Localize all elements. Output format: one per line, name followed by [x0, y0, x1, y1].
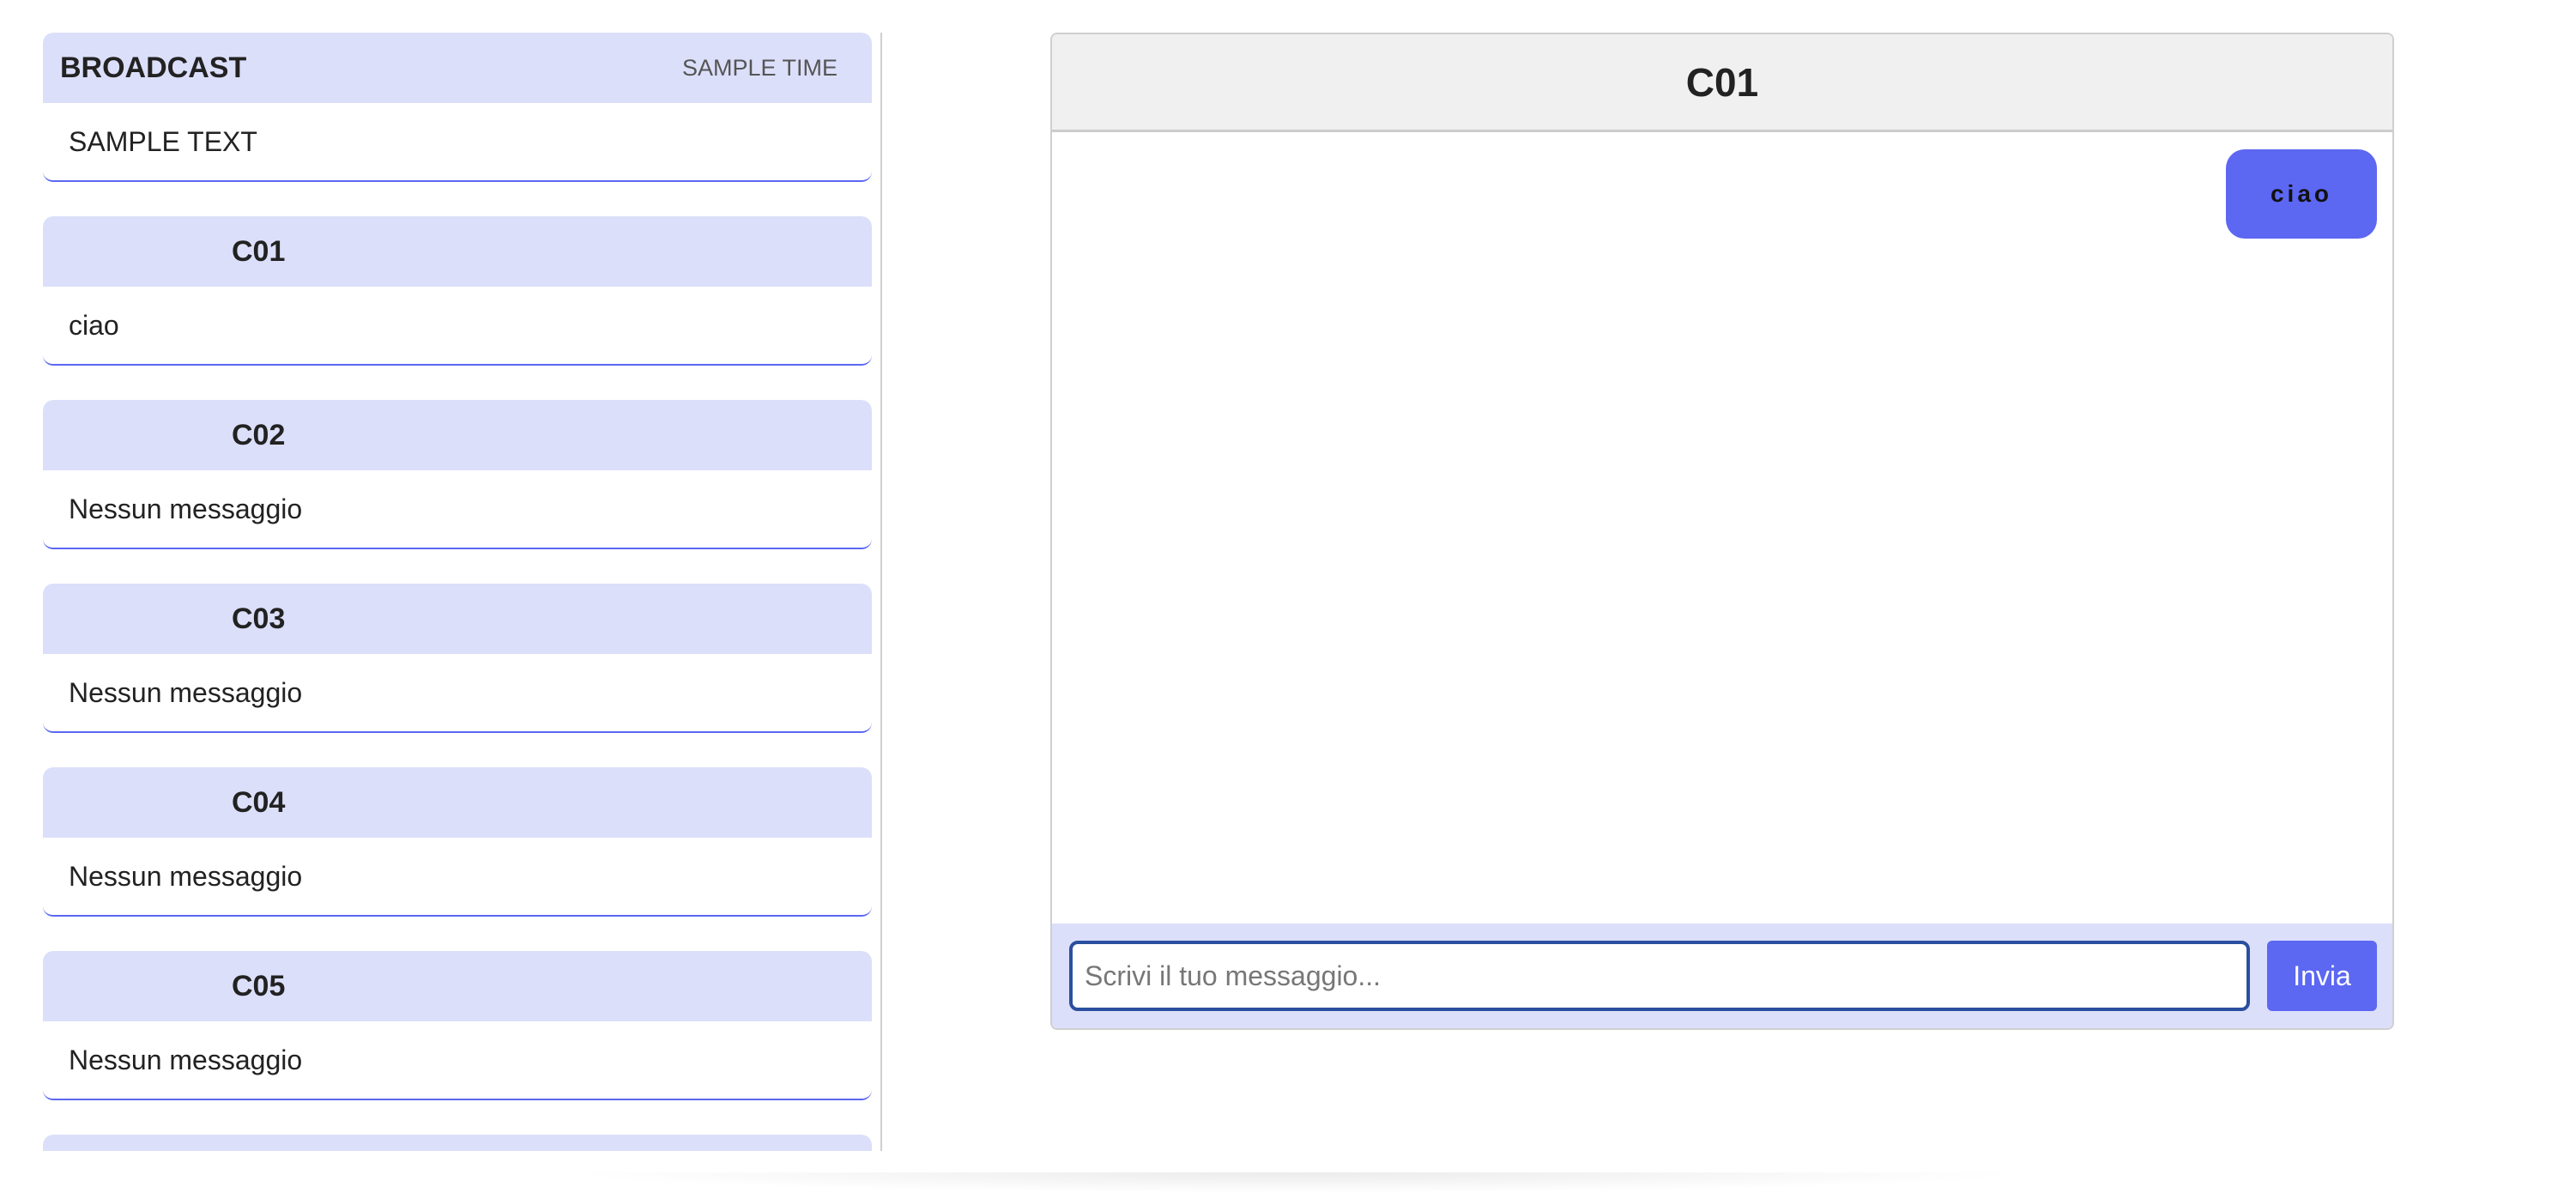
- sidebar-divider: [880, 33, 882, 1151]
- chat-card-header: BROADCAST SAMPLE TIME: [43, 33, 872, 103]
- chat-card-header: C03: [43, 584, 872, 654]
- chat-card-broadcast[interactable]: BROADCAST SAMPLE TIME SAMPLE TEXT: [43, 33, 872, 182]
- send-button[interactable]: Invia: [2267, 941, 2377, 1011]
- chat-card-c03[interactable]: C03 Nessun messaggio: [43, 584, 872, 733]
- chat-panel: C01 ciao Invia: [1050, 33, 2394, 1030]
- message-composer: Invia: [1052, 924, 2392, 1028]
- chat-card-header: [43, 1135, 872, 1151]
- message-input[interactable]: [1069, 941, 2250, 1011]
- chat-card-preview: Nessun messaggio: [69, 493, 303, 524]
- chat-card-preview: Nessun messaggio: [69, 676, 303, 708]
- chat-card-header: C04: [43, 767, 872, 838]
- bottom-shadow: [558, 1172, 2034, 1193]
- chat-card-name: C01: [232, 234, 286, 268]
- chat-card-c05[interactable]: C05 Nessun messaggio: [43, 951, 872, 1100]
- chat-card-preview: Nessun messaggio: [69, 1044, 303, 1075]
- chat-card-c01[interactable]: C01 ciao: [43, 216, 872, 366]
- chat-header: C01: [1052, 34, 2392, 132]
- chat-card-c04[interactable]: C04 Nessun messaggio: [43, 767, 872, 917]
- sent-message-bubble: ciao: [2226, 149, 2377, 239]
- app: BROADCAST SAMPLE TIME SAMPLE TEXT C01 ci…: [0, 0, 2576, 1193]
- chat-title: C01: [1685, 59, 1759, 105]
- chat-card-header: C02: [43, 400, 872, 470]
- chat-list-sidebar: BROADCAST SAMPLE TIME SAMPLE TEXT C01 ci…: [43, 33, 872, 1151]
- chat-card-name: C04: [232, 785, 286, 819]
- chat-card-header: C05: [43, 951, 872, 1021]
- chat-card-header: C01: [43, 216, 872, 287]
- chat-card-partial[interactable]: [43, 1135, 872, 1151]
- chat-card-name: BROADCAST: [60, 51, 247, 84]
- chat-card-time: SAMPLE TIME: [681, 54, 838, 81]
- chat-card-name: C02: [232, 418, 286, 451]
- chat-card-preview: Nessun messaggio: [69, 860, 303, 892]
- message-area[interactable]: ciao: [1052, 132, 2392, 924]
- chat-card-name: C05: [232, 969, 286, 1002]
- chat-card-name: C03: [232, 602, 286, 635]
- chat-card-preview: SAMPLE TEXT: [69, 125, 257, 157]
- chat-card-c02[interactable]: C02 Nessun messaggio: [43, 400, 872, 549]
- chat-card-preview: ciao: [69, 309, 119, 341]
